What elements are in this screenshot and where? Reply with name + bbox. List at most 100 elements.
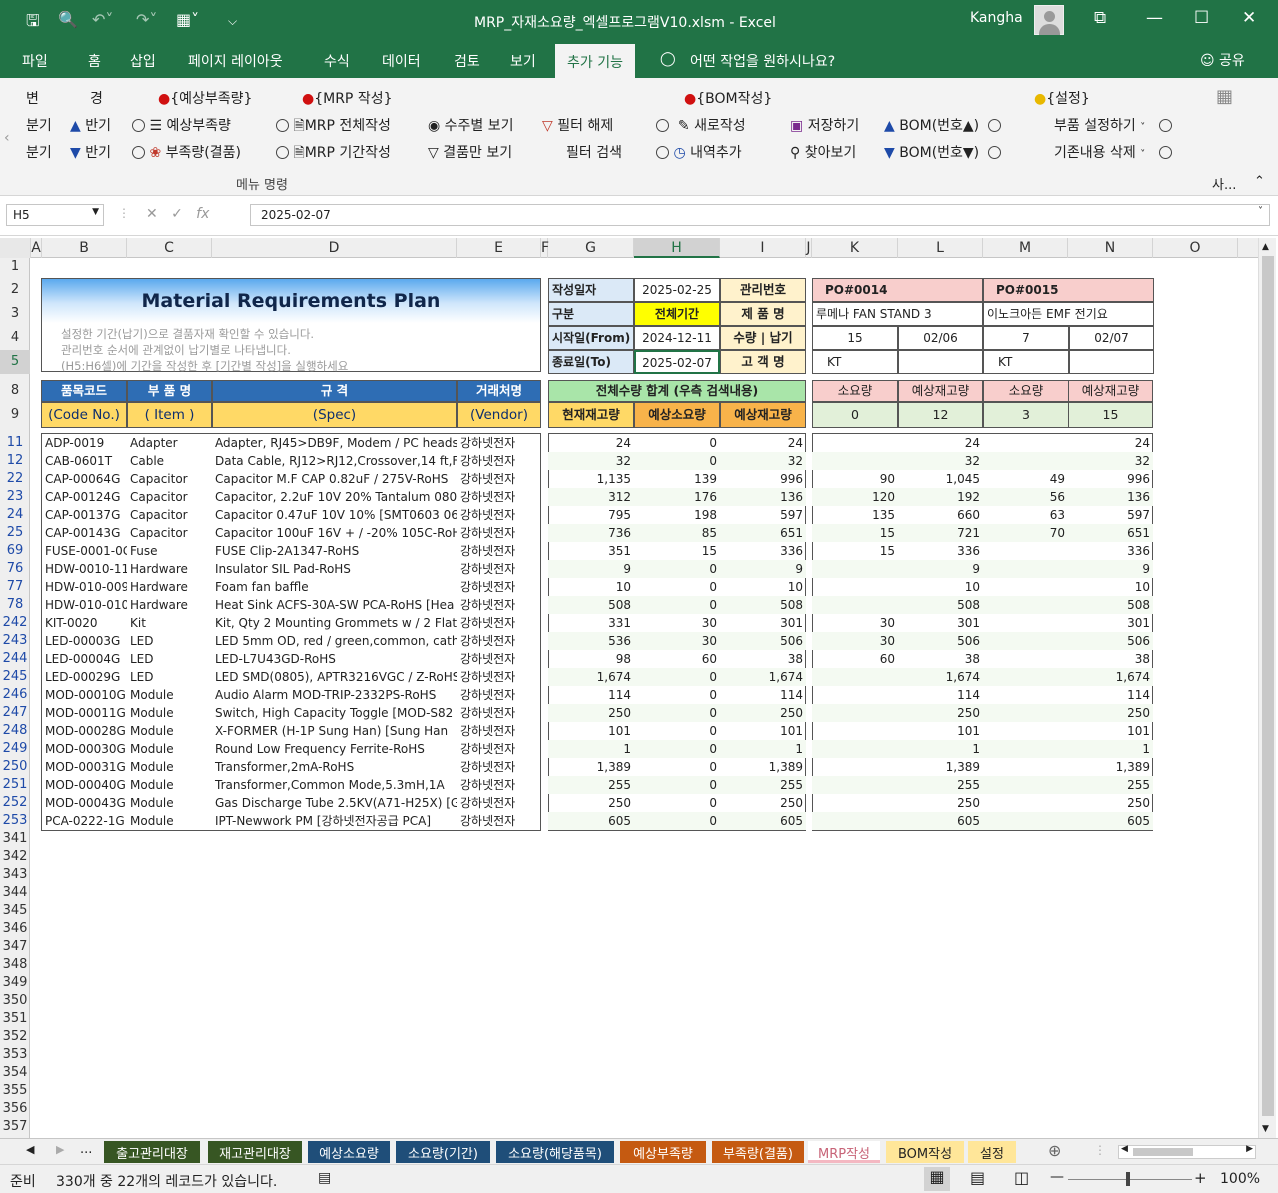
table-cell[interactable]: 536	[548, 632, 634, 650]
table-cell[interactable]: 250	[1068, 704, 1153, 722]
row-header[interactable]: 247	[0, 704, 30, 722]
po-column-total[interactable]: 3	[983, 402, 1069, 428]
row-header[interactable]: 347	[0, 938, 30, 956]
tab-page-layout[interactable]: 페이지 레이아웃	[188, 51, 283, 71]
table-cell[interactable]	[812, 686, 898, 704]
table-cell[interactable]: MOD-00010G	[42, 686, 127, 704]
column-header[interactable]: I	[720, 238, 806, 258]
row-header[interactable]: 252	[0, 794, 30, 812]
table-cell[interactable]: 24	[898, 434, 983, 452]
table-cell[interactable]: 강하넷전자	[457, 470, 541, 488]
table-cell[interactable]: 1,674	[898, 668, 983, 686]
row-header[interactable]: 22	[0, 470, 30, 488]
info-header[interactable]: 고 객 명	[720, 350, 806, 374]
table-cell[interactable]: 9	[1068, 560, 1153, 578]
table-cell[interactable]: Capacitor, 2.2uF 10V 20% Tantalum 0805	[212, 488, 457, 506]
table-cell[interactable]: HDW-010-010	[42, 596, 127, 614]
table-cell[interactable]: 301	[720, 614, 806, 632]
column-header[interactable]: D	[212, 238, 457, 258]
row-header[interactable]: 343	[0, 866, 30, 884]
table-cell[interactable]: MOD-00043G	[42, 794, 127, 812]
table-cell[interactable]: Hardware	[127, 578, 212, 596]
table-cell[interactable]: 15	[812, 542, 898, 560]
table-cell[interactable]: Module	[127, 812, 212, 830]
row-header[interactable]: 250	[0, 758, 30, 776]
maximize-icon[interactable]: ☐	[1194, 8, 1209, 28]
table-cell[interactable]: 114	[548, 686, 634, 704]
table-cell[interactable]: 9	[898, 560, 983, 578]
table-cell[interactable]: 605	[1068, 812, 1153, 830]
table-cell[interactable]: 60	[812, 650, 898, 668]
po-empty[interactable]	[1069, 350, 1154, 374]
column-header[interactable]: A	[31, 238, 42, 258]
quarter-button-1[interactable]: 분기	[26, 115, 52, 135]
save-button[interactable]: ▣ 저장하기	[790, 115, 859, 135]
tab-review[interactable]: 검토	[454, 51, 480, 71]
sheet-tab[interactable]: 재고관리대장	[208, 1141, 302, 1163]
table-cell[interactable]: Foam fan baffle	[212, 578, 457, 596]
table-cell[interactable]: 63	[983, 506, 1068, 524]
table-cell[interactable]: 60	[634, 650, 720, 668]
sheet-description[interactable]: 설정한 기간(납기)으로 결품자재 확인할 수 있습니다.	[58, 326, 528, 342]
table-cell[interactable]: LED-00003G	[42, 632, 127, 650]
table-cell[interactable]: 38	[1068, 650, 1153, 668]
table-cell[interactable]: 10	[548, 578, 634, 596]
table-cell[interactable]: 250	[548, 794, 634, 812]
column-title[interactable]: 부 품 명	[127, 380, 212, 402]
table-cell[interactable]: CAB-0601T	[42, 452, 127, 470]
table-cell[interactable]: 강하넷전자	[457, 596, 541, 614]
ribbon-display-icon[interactable]: ⧉	[1094, 8, 1106, 28]
table-cell[interactable]: Capacitor M.F CAP 0.82uF / 275V-RoHS	[212, 470, 457, 488]
table-cell[interactable]: 1,389	[548, 758, 634, 776]
table-cell[interactable]	[983, 632, 1068, 650]
table-cell[interactable]: 강하넷전자	[457, 614, 541, 632]
redo-icon[interactable]: ↷˅	[136, 10, 157, 29]
zoom-level[interactable]: 100%	[1220, 1171, 1260, 1187]
row-header[interactable]: 69	[0, 542, 30, 560]
table-cell[interactable]: 24	[1068, 434, 1153, 452]
table-cell[interactable]: 114	[720, 686, 806, 704]
table-cell[interactable]	[812, 434, 898, 452]
worksheet-grid[interactable]: Material Requirements Plan 설정한 기간(납기)으로 결…	[31, 258, 1257, 1138]
row-header[interactable]: 78	[0, 596, 30, 614]
info-label[interactable]: 작성일자	[548, 278, 634, 302]
table-cell[interactable]: MOD-00040G	[42, 776, 127, 794]
table-cell[interactable]	[812, 704, 898, 722]
table-cell[interactable]: 1	[1068, 740, 1153, 758]
table-cell[interactable]: 1,389	[720, 758, 806, 776]
table-cell[interactable]: Module	[127, 722, 212, 740]
row-header[interactable]: 2	[0, 278, 30, 302]
table-cell[interactable]: Module	[127, 776, 212, 794]
row-header[interactable]: 346	[0, 920, 30, 938]
table-cell[interactable]: LED	[127, 632, 212, 650]
table-cell[interactable]: Capacitor	[127, 488, 212, 506]
table-cell[interactable]: 651	[720, 524, 806, 542]
user-name[interactable]: Kangha	[970, 10, 1023, 26]
table-cell[interactable]: 0	[634, 740, 720, 758]
table-cell[interactable]: LED-L7U43GD-RoHS	[212, 650, 457, 668]
close-icon[interactable]: ✕	[1242, 8, 1256, 28]
table-cell[interactable]: 301	[898, 614, 983, 632]
po-qty[interactable]: 7	[983, 326, 1069, 350]
info-header[interactable]: 수량 | 납기	[720, 326, 806, 350]
column-header[interactable]: F	[541, 238, 549, 258]
table-cell[interactable]: Module	[127, 794, 212, 812]
table-cell[interactable]: Module	[127, 686, 212, 704]
po-column-total[interactable]: 0	[812, 402, 898, 428]
table-cell[interactable]: 강하넷전자	[457, 452, 541, 470]
table-cell[interactable]: 192	[898, 488, 983, 506]
row-header[interactable]: 244	[0, 650, 30, 668]
table-cell[interactable]: 336	[720, 542, 806, 560]
table-cell[interactable]: 255	[548, 776, 634, 794]
normal-view-icon[interactable]: ▦	[924, 1167, 950, 1191]
table-cell[interactable]: Transformer,Common Mode,5.3mH,1A	[212, 776, 457, 794]
table-cell[interactable]	[983, 722, 1068, 740]
table-cell[interactable]: 강하넷전자	[457, 434, 541, 452]
row-header[interactable]: 242	[0, 614, 30, 632]
row-header[interactable]: 351	[0, 1010, 30, 1028]
table-cell[interactable]: 32	[720, 452, 806, 470]
table-cell[interactable]: 1,389	[1068, 758, 1153, 776]
column-title[interactable]: 규 격	[212, 380, 457, 402]
table-cell[interactable]: 135	[812, 506, 898, 524]
table-cell[interactable]: 508	[720, 596, 806, 614]
